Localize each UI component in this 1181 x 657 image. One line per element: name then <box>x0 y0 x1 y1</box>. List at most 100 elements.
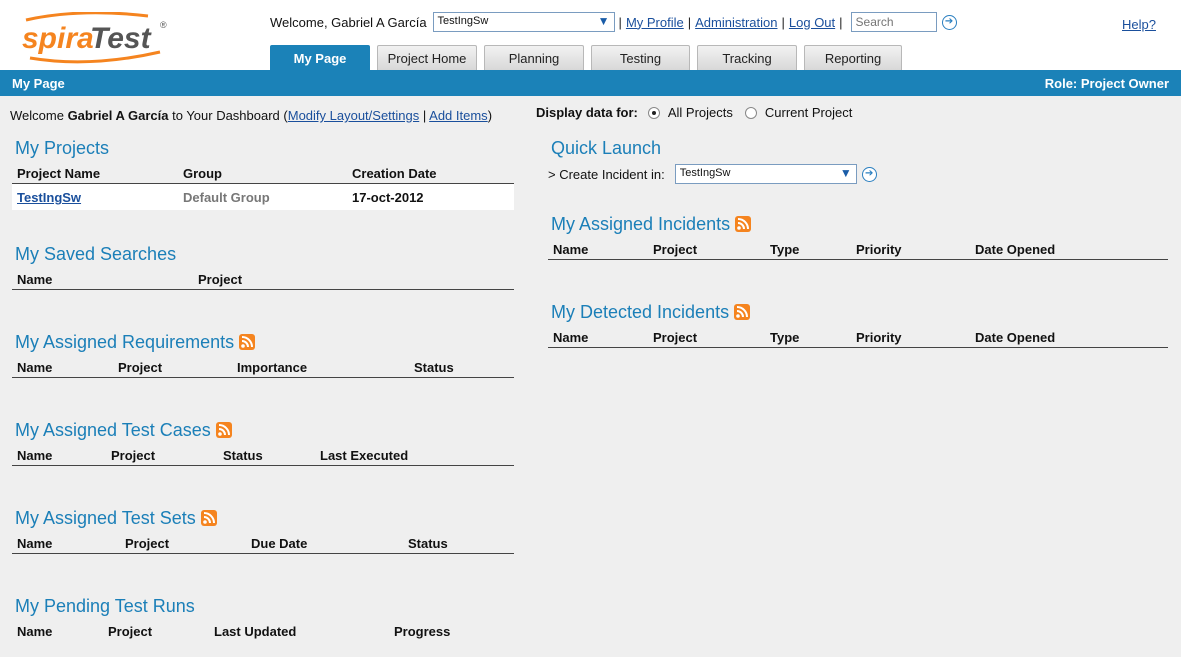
svg-text:®: ® <box>160 20 167 30</box>
tab-my-page[interactable]: My Page <box>270 45 370 70</box>
my-projects-title[interactable]: My Projects <box>12 136 514 160</box>
display-for-label: Display data for: <box>536 105 638 120</box>
radio-current-project-label[interactable]: Current Project <box>765 105 852 120</box>
col-project[interactable]: Project <box>653 330 697 345</box>
separator: | <box>839 14 843 30</box>
radio-all-projects[interactable] <box>647 106 660 119</box>
col-project[interactable]: Project <box>125 536 169 551</box>
col-importance[interactable]: Importance <box>237 360 307 375</box>
create-incident-row: > Create Incident in: TestIngSw ▼ ➔ <box>547 164 1168 184</box>
tab-project-home[interactable]: Project Home <box>377 45 477 70</box>
col-last-updated[interactable]: Last Updated <box>214 624 296 639</box>
col-name[interactable]: Name <box>17 624 52 639</box>
my-assigned-requirements-title-text: My Assigned Requirements <box>15 331 235 352</box>
col-creation-date[interactable]: Creation Date <box>352 166 437 181</box>
my-assigned-test-sets-title[interactable]: My Assigned Test Sets <box>12 506 514 530</box>
col-status[interactable]: Status <box>414 360 454 375</box>
col-type[interactable]: Type <box>770 242 799 257</box>
rss-feed-icon[interactable] <box>200 510 217 526</box>
intro-suffix: to Your Dashboard ( <box>168 108 288 123</box>
col-due-date[interactable]: Due Date <box>251 536 307 551</box>
col-project[interactable]: Project <box>108 624 152 639</box>
project-link[interactable]: TestIngSw <box>17 190 81 205</box>
col-priority[interactable]: Priority <box>856 242 902 257</box>
col-project[interactable]: Project <box>198 272 242 287</box>
col-name[interactable]: Name <box>17 536 52 551</box>
tab-tracking[interactable]: Tracking <box>697 45 797 70</box>
my-assigned-test-cases-title[interactable]: My Assigned Test Cases <box>12 418 514 442</box>
radio-current-project[interactable] <box>744 106 757 119</box>
help-link[interactable]: Help? <box>1122 17 1156 32</box>
add-items-link[interactable]: Add Items <box>429 108 488 123</box>
my-projects-header: Project Name Group Creation Date <box>12 160 514 184</box>
col-date-opened[interactable]: Date Opened <box>975 242 1055 257</box>
my-assigned-incidents-header: Name Project Type Priority Date Opened <box>548 236 1168 260</box>
radio-all-projects-label[interactable]: All Projects <box>668 105 733 120</box>
my-detected-incidents-title[interactable]: My Detected Incidents <box>548 300 1168 324</box>
col-name[interactable]: Name <box>553 242 588 257</box>
create-incident-go-icon[interactable]: ➔ <box>861 166 877 182</box>
tab-testing[interactable]: Testing <box>591 45 690 70</box>
log-out-link[interactable]: Log Out <box>789 15 835 30</box>
separator: | <box>618 14 622 30</box>
my-pending-test-runs-header: Name Project Last Updated Progress <box>12 618 514 642</box>
col-progress[interactable]: Progress <box>394 624 450 639</box>
quick-launch-title[interactable]: Quick Launch <box>548 136 1168 160</box>
my-saved-searches-panel: My Saved Searches Name Project <box>12 242 514 290</box>
my-pending-test-runs-title-text: My Pending Test Runs <box>15 595 195 616</box>
col-group[interactable]: Group <box>183 166 222 181</box>
my-pending-test-runs-title[interactable]: My Pending Test Runs <box>12 594 514 618</box>
my-detected-incidents-title-text: My Detected Incidents <box>551 301 730 322</box>
project-select[interactable]: TestIngSw ▼ <box>432 12 615 32</box>
administration-link[interactable]: Administration <box>695 15 777 30</box>
my-assigned-incidents-title[interactable]: My Assigned Incidents <box>548 212 1168 236</box>
col-status[interactable]: Status <box>408 536 448 551</box>
modify-layout-link[interactable]: Modify Layout/Settings <box>288 108 420 123</box>
incident-project-value: TestIngSw <box>679 167 731 179</box>
separator: | <box>687 14 692 30</box>
welcome-text: Welcome, Gabriel A García <box>270 14 427 30</box>
search-input[interactable] <box>850 12 937 32</box>
rss-feed-icon[interactable] <box>239 334 256 350</box>
my-assigned-test-sets-panel: My Assigned Test Sets Name Project Due D… <box>12 506 514 554</box>
col-name[interactable]: Name <box>17 448 52 463</box>
my-assigned-requirements-title[interactable]: My Assigned Requirements <box>12 330 514 354</box>
quick-launch-title-text: Quick Launch <box>551 137 662 158</box>
my-profile-link[interactable]: My Profile <box>626 15 684 30</box>
my-assigned-incidents-panel: My Assigned Incidents Name Project Type … <box>548 212 1168 260</box>
intro-sep: | <box>419 108 430 123</box>
col-priority[interactable]: Priority <box>856 330 902 345</box>
tab-planning[interactable]: Planning <box>484 45 584 70</box>
col-date-opened[interactable]: Date Opened <box>975 330 1055 345</box>
col-type[interactable]: Type <box>770 330 799 345</box>
my-assigned-test-cases-header: Name Project Status Last Executed <box>12 442 514 466</box>
col-status[interactable]: Status <box>223 448 263 463</box>
col-project[interactable]: Project <box>111 448 155 463</box>
rss-feed-icon[interactable] <box>215 422 232 438</box>
my-assigned-test-cases-title-text: My Assigned Test Cases <box>15 419 211 440</box>
svg-text:spira: spira <box>22 22 94 55</box>
my-assigned-requirements-header: Name Project Importance Status <box>12 354 514 378</box>
tab-reporting[interactable]: Reporting <box>804 45 902 70</box>
top-bar: Welcome, Gabriel A García TestIngSw ▼ | … <box>270 11 957 33</box>
search-go-icon[interactable]: ➔ <box>941 14 957 30</box>
col-project[interactable]: Project <box>118 360 162 375</box>
my-saved-searches-title-text: My Saved Searches <box>15 243 177 264</box>
my-pending-test-runs-panel: My Pending Test Runs Name Project Last U… <box>12 594 514 642</box>
col-name[interactable]: Name <box>17 272 52 287</box>
incident-project-select[interactable]: TestIngSw ▼ <box>674 164 857 184</box>
project-group: Default Group <box>183 190 270 205</box>
col-project[interactable]: Project <box>653 242 697 257</box>
dashboard-intro: Welcome Gabriel A García to Your Dashboa… <box>10 108 492 123</box>
rss-feed-icon[interactable] <box>735 216 752 232</box>
col-project-name[interactable]: Project Name <box>17 166 100 181</box>
my-saved-searches-header: Name Project <box>12 266 514 290</box>
rss-feed-icon[interactable] <box>734 304 751 320</box>
my-saved-searches-title[interactable]: My Saved Searches <box>12 242 514 266</box>
col-name[interactable]: Name <box>553 330 588 345</box>
svg-text:Test: Test <box>90 22 153 55</box>
col-last-executed[interactable]: Last Executed <box>320 448 408 463</box>
spiratest-logo[interactable]: spira Test ® <box>20 12 180 64</box>
col-name[interactable]: Name <box>17 360 52 375</box>
table-row: TestIngSw Default Group 17-oct-2012 <box>12 184 514 210</box>
